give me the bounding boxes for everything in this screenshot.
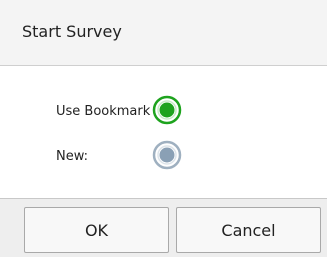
start-survey-dialog: Start Survey Use Bookmark New: OK Cancel xyxy=(0,0,327,257)
dialog-title: Start Survey xyxy=(22,22,122,41)
ok-button[interactable]: OK xyxy=(24,207,169,253)
option-use-bookmark[interactable]: Use Bookmark xyxy=(0,95,327,131)
radio-use-bookmark[interactable] xyxy=(152,95,182,125)
option-label-new: New: xyxy=(56,149,89,164)
radio-unchecked-icon xyxy=(152,140,182,170)
cancel-button[interactable]: Cancel xyxy=(176,207,321,253)
dialog-button-bar: OK Cancel xyxy=(0,198,327,257)
option-label-use-bookmark: Use Bookmark xyxy=(56,104,151,119)
radio-checked-icon xyxy=(152,95,182,125)
option-new[interactable]: New: xyxy=(0,140,327,176)
dialog-title-bar: Start Survey xyxy=(0,0,327,66)
radio-new[interactable] xyxy=(152,140,182,170)
